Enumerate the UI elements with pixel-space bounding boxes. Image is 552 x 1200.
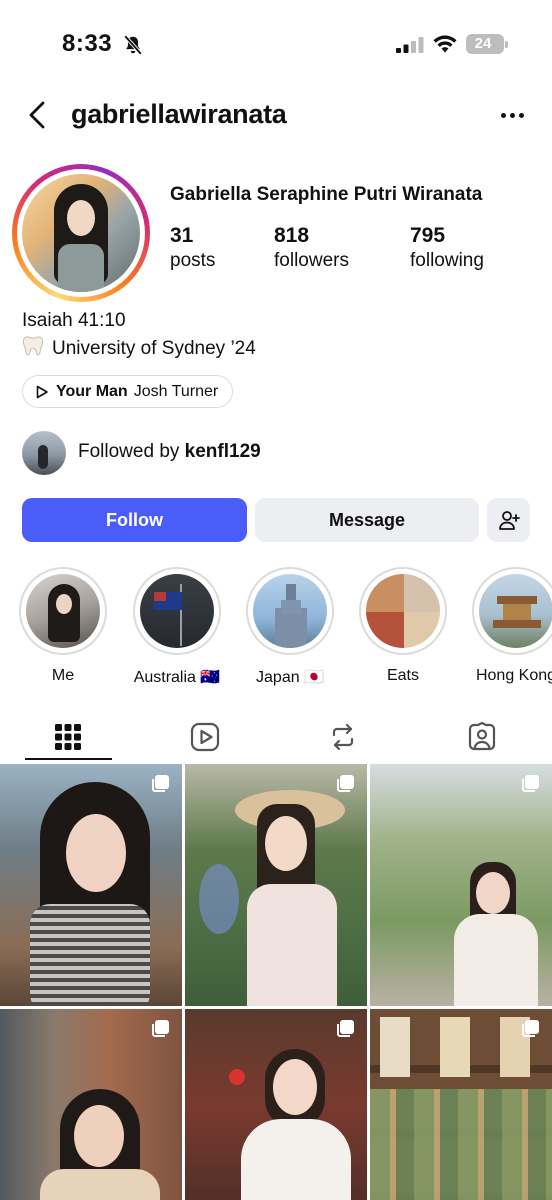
highlight-me[interactable]: Me <box>19 567 107 685</box>
bio-university: University of Sydney ’24 <box>52 338 256 359</box>
highlight-hong-kong[interactable]: Hong Kong <box>472 567 552 685</box>
bio-line-1: Isaiah 41:10 <box>22 310 126 331</box>
chevron-left-icon[interactable] <box>26 100 50 130</box>
message-button[interactable]: Message <box>255 498 479 542</box>
avatar-photo <box>22 174 140 292</box>
post-tile[interactable] <box>0 1009 182 1200</box>
bio-line-2: University of Sydney ’24 <box>22 335 256 360</box>
followed-by-prefix: Followed by <box>78 441 180 462</box>
tab-reels[interactable] <box>160 712 250 762</box>
status-time: 8:33 <box>62 30 113 57</box>
followers-count: 818 <box>274 224 310 247</box>
post-tile[interactable] <box>0 764 182 1006</box>
followers-label: followers <box>274 250 349 271</box>
battery-icon: 24 <box>466 34 508 54</box>
battery-nub <box>505 41 508 48</box>
stat-following[interactable]: 795 following <box>410 224 484 272</box>
profile-header: gabriellawiranata <box>0 90 552 140</box>
highlight-ring <box>133 567 221 655</box>
highlight-japan[interactable]: Japan 🇯🇵 <box>246 567 334 687</box>
tab-grid[interactable] <box>23 712 113 762</box>
carousel-icon <box>152 775 169 792</box>
post-tile[interactable] <box>185 1009 367 1200</box>
carousel-icon <box>152 1020 169 1037</box>
repost-icon <box>332 723 354 751</box>
tooth-icon <box>22 336 44 356</box>
highlight-ring <box>246 567 334 655</box>
highlight-label: Australia 🇦🇺 <box>133 669 221 686</box>
stat-followers[interactable]: 818 followers <box>274 224 349 272</box>
followed-by-user: kenfl129 <box>184 441 261 462</box>
highlight-cover <box>479 574 552 648</box>
avatar-border <box>17 169 145 297</box>
posts-grid <box>0 764 552 1200</box>
highlight-cover <box>253 574 327 648</box>
song-artist: Josh Turner <box>133 382 219 400</box>
active-tab-indicator <box>25 758 112 760</box>
full-name: Gabriella Seraphine Putri Wiranata <box>170 184 483 205</box>
highlight-label: Me <box>51 667 75 684</box>
posts-label: posts <box>170 250 216 271</box>
wifi-icon <box>433 35 457 53</box>
highlight-cover <box>140 574 214 648</box>
bell-slash-icon <box>123 35 143 55</box>
highlight-australia[interactable]: Australia 🇦🇺 <box>133 567 221 687</box>
highlight-ring <box>19 567 107 655</box>
tab-tagged[interactable] <box>437 712 527 762</box>
battery-level: 24 <box>474 35 492 52</box>
follower-avatar[interactable] <box>22 431 66 475</box>
following-count: 795 <box>410 224 446 247</box>
status-bar: 8:33 24 <box>0 0 552 90</box>
carousel-icon <box>337 775 354 792</box>
suggest-users-button[interactable] <box>487 498 530 542</box>
play-icon <box>36 385 48 398</box>
highlight-label: Eats <box>386 667 419 684</box>
highlight-label: Japan 🇯🇵 <box>256 669 324 686</box>
carousel-icon <box>522 775 539 792</box>
stat-posts[interactable]: 31 posts <box>170 224 215 272</box>
tagged-person-icon <box>468 721 496 751</box>
followed-by[interactable]: Followed by kenfl129 <box>78 441 261 463</box>
post-tile[interactable] <box>370 764 552 1006</box>
cellular-signal-icon <box>396 37 424 53</box>
highlight-cover <box>366 574 440 648</box>
profile-music[interactable]: Your Man Josh Turner <box>22 375 234 408</box>
following-label: following <box>410 250 484 271</box>
person-add-icon <box>498 511 520 530</box>
follow-button[interactable]: Follow <box>22 498 247 542</box>
highlight-ring <box>359 567 447 655</box>
profile-avatar[interactable] <box>12 164 150 302</box>
grid-icon <box>55 724 81 750</box>
username-title: gabriellawiranata <box>71 99 287 129</box>
carousel-icon <box>522 1020 539 1037</box>
song-title: Your Man <box>56 382 128 400</box>
post-tile[interactable] <box>370 1009 552 1200</box>
highlight-eats[interactable]: Eats <box>359 567 447 685</box>
ellipsis-icon[interactable] <box>498 106 528 126</box>
reels-icon <box>190 722 220 752</box>
posts-count: 31 <box>170 224 194 247</box>
tab-reposts[interactable] <box>298 712 388 762</box>
post-tile[interactable] <box>185 764 367 1006</box>
highlight-ring <box>472 567 552 655</box>
highlight-cover <box>26 574 100 648</box>
carousel-icon <box>337 1020 354 1037</box>
highlight-label: Hong Kong <box>475 667 552 684</box>
